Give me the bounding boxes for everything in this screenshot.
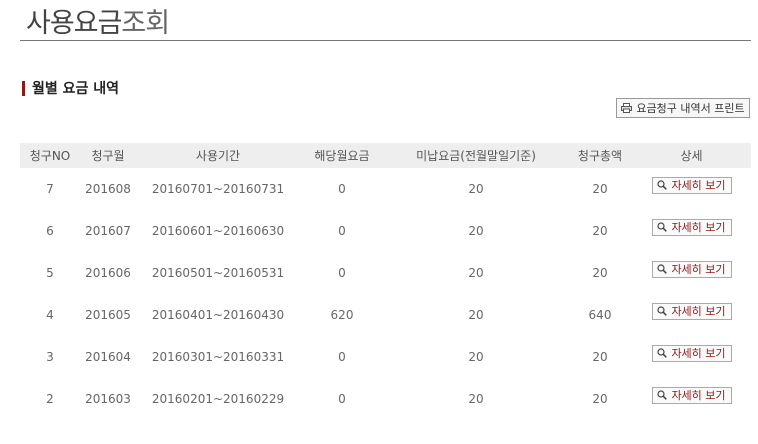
title-divider: [20, 40, 751, 41]
cell-detail: 자세히 보기: [632, 252, 751, 294]
view-detail-label: 자세히 보기: [671, 221, 726, 234]
table-row: 2 201603 20160201~20160229 0 20 20 자세히 보기: [20, 378, 751, 420]
cell-current-charge: 0: [338, 392, 346, 406]
cell-total-amount: 640: [588, 308, 612, 322]
view-detail-button[interactable]: 자세히 보기: [651, 218, 732, 236]
column-header-no: 청구NO: [20, 143, 80, 168]
cell-usage-period: 20160201~20160229: [151, 392, 285, 406]
cell-current-charge: 0: [338, 266, 346, 280]
cell-usage-period: 20160301~20160331: [151, 350, 285, 364]
cell-bill-no: 7: [46, 182, 54, 196]
cell-bill-no: 5: [46, 266, 54, 280]
cell-current-charge: 0: [338, 224, 346, 238]
magnifier-icon: [657, 264, 668, 274]
column-header-current-charge: 해당월요금: [300, 143, 384, 168]
view-detail-label: 자세히 보기: [671, 263, 726, 276]
cell-unpaid-amount: 20: [468, 182, 484, 196]
column-header-unpaid: 미납요금(전월말일기준): [384, 143, 568, 168]
magnifier-icon: [657, 222, 668, 232]
cell-detail: 자세히 보기: [632, 294, 751, 336]
column-header-month: 청구월: [80, 143, 136, 168]
view-detail-button[interactable]: 자세히 보기: [651, 260, 732, 278]
cell-bill-no: 6: [46, 224, 54, 238]
view-detail-label: 자세히 보기: [671, 179, 726, 192]
cell-current-charge: 0: [338, 182, 346, 196]
cell-bill-no: 2: [46, 392, 54, 406]
cell-bill-month: 201604: [85, 350, 131, 364]
view-detail-label: 자세히 보기: [671, 305, 726, 318]
section-heading-text: 월별 요금 내역: [32, 81, 120, 97]
cell-current-charge: 620: [330, 308, 354, 322]
view-detail-button[interactable]: 자세히 보기: [651, 176, 732, 194]
section-heading: 월별 요금 내역: [22, 79, 119, 97]
table-row: 5 201606 20160501~20160531 0 20 20 자세히 보기: [20, 252, 751, 294]
cell-usage-period: 20160601~20160630: [151, 224, 285, 238]
table-row: 7 201608 20160701~20160731 0 20 20 자세히 보기: [20, 168, 751, 210]
page-title: 사용요금조회: [26, 4, 170, 44]
table-row: 4 201605 20160401~20160430 620 20 640 자세히 보기: [20, 294, 751, 336]
cell-bill-no: 3: [46, 350, 54, 364]
cell-bill-month: 201608: [85, 182, 131, 196]
column-header-period: 사용기간: [136, 143, 300, 168]
view-detail-label: 자세히 보기: [671, 389, 726, 402]
magnifier-icon: [657, 390, 668, 400]
view-detail-button[interactable]: 자세히 보기: [651, 302, 732, 320]
cell-bill-month: 201603: [85, 392, 131, 406]
page-title-main: 사용요금: [26, 8, 122, 39]
magnifier-icon: [657, 348, 668, 358]
cell-detail: 자세히 보기: [632, 378, 751, 420]
cell-bill-month: 201605: [85, 308, 131, 322]
view-detail-label: 자세히 보기: [671, 347, 726, 360]
cell-unpaid-amount: 20: [468, 308, 484, 322]
view-detail-button[interactable]: 자세히 보기: [651, 344, 732, 362]
cell-total-amount: 20: [592, 182, 608, 196]
table-row: 3 201604 20160301~20160331 0 20 20 자세히 보기: [20, 336, 751, 378]
cell-detail: 자세히 보기: [632, 210, 751, 252]
cell-unpaid-amount: 20: [468, 392, 484, 406]
print-statement-label: 요금청구 내역서 프린트: [636, 102, 745, 115]
cell-current-charge: 0: [338, 350, 346, 364]
cell-unpaid-amount: 20: [468, 350, 484, 364]
view-detail-button[interactable]: 자세히 보기: [651, 386, 732, 404]
cell-total-amount: 20: [592, 350, 608, 364]
cell-unpaid-amount: 20: [468, 224, 484, 238]
section-marker: [22, 80, 25, 96]
column-header-total: 청구총액: [568, 143, 632, 168]
printer-icon: [621, 103, 633, 113]
page-title-sub: 조회: [121, 8, 170, 39]
cell-total-amount: 20: [592, 392, 608, 406]
cell-bill-month: 201607: [85, 224, 131, 238]
cell-usage-period: 20160401~20160430: [151, 308, 285, 322]
cell-detail: 자세히 보기: [632, 168, 751, 210]
cell-bill-month: 201606: [85, 266, 131, 280]
magnifier-icon: [657, 306, 668, 316]
cell-bill-no: 4: [46, 308, 54, 322]
cell-total-amount: 20: [592, 224, 608, 238]
table-row: 6 201607 20160601~20160630 0 20 20 자세히 보기: [20, 210, 751, 252]
cell-usage-period: 20160701~20160731: [151, 182, 285, 196]
magnifier-icon: [657, 180, 668, 190]
table-header-row: 청구NO 청구월 사용기간 해당월요금 미납요금(전월말일기준) 청구총액 상세: [20, 143, 751, 168]
cell-total-amount: 20: [592, 266, 608, 280]
cell-unpaid-amount: 20: [468, 266, 484, 280]
billing-table: 청구NO 청구월 사용기간 해당월요금 미납요금(전월말일기준) 청구총액 상세…: [20, 143, 751, 420]
column-header-detail: 상세: [632, 143, 751, 168]
cell-detail: 자세히 보기: [632, 336, 751, 378]
cell-usage-period: 20160501~20160531: [151, 266, 285, 280]
print-statement-button[interactable]: 요금청구 내역서 프린트: [616, 98, 750, 118]
